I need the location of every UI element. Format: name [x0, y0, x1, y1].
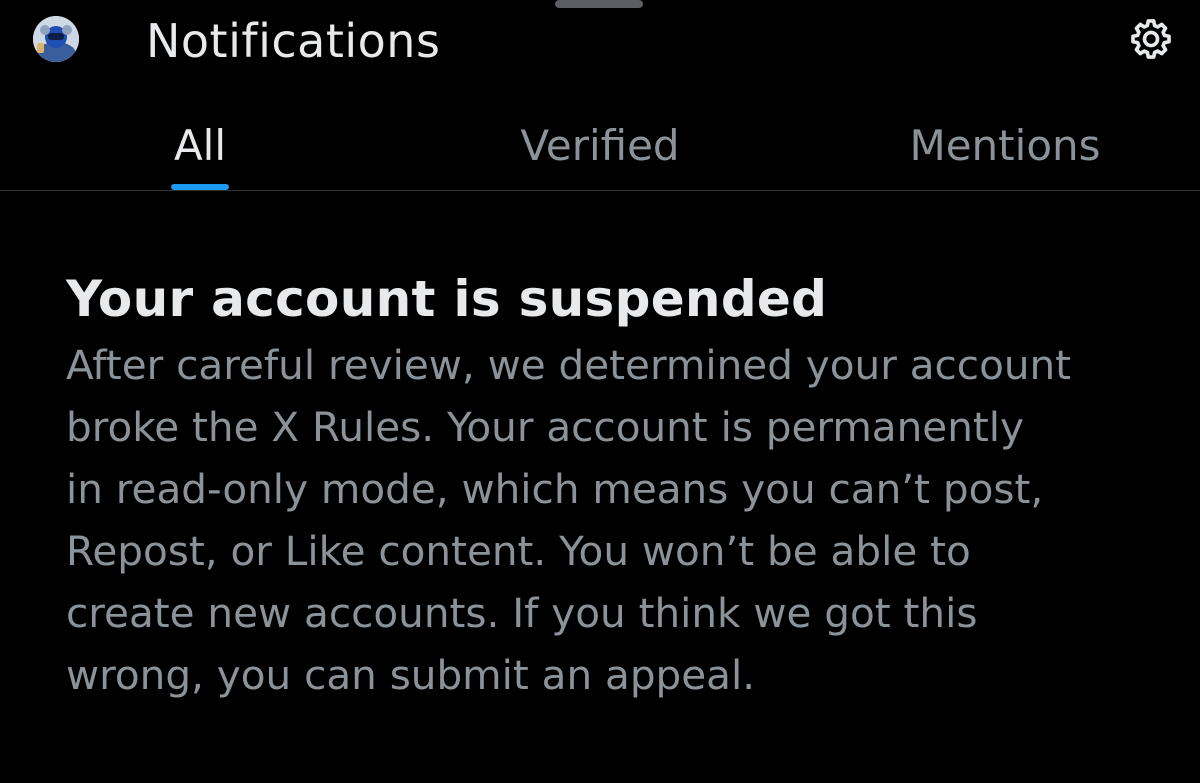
- notice-body: After careful review, we determined your…: [66, 334, 1166, 706]
- notification-tabs: All Verified Mentions: [0, 100, 1200, 191]
- notice-body-line: create new accounts. If you think we got…: [66, 589, 978, 637]
- tab-label: All: [173, 121, 227, 170]
- notice-body-line: wrong, you can submit an appeal.: [66, 651, 756, 699]
- avatar[interactable]: [33, 16, 79, 62]
- suspension-notice: Your account is suspended After careful …: [66, 268, 1166, 706]
- tab-label: Mentions: [909, 121, 1101, 170]
- top-header: Notifications: [0, 0, 1200, 90]
- tab-verified[interactable]: Verified: [450, 100, 750, 190]
- avatar-image: [33, 16, 79, 62]
- notice-body-line: After careful review, we determined your…: [66, 341, 1072, 389]
- tab-all[interactable]: All: [100, 100, 300, 190]
- active-tab-indicator: [171, 184, 229, 190]
- notice-title: Your account is suspended: [66, 270, 828, 328]
- tab-label: Verified: [520, 121, 680, 170]
- notice-body-line: Repost, or Like content. You won’t be ab…: [66, 527, 971, 575]
- page-title: Notifications: [146, 14, 441, 68]
- tab-mentions[interactable]: Mentions: [850, 100, 1160, 190]
- notice-body-line: broke the X Rules. Your account is perma…: [66, 403, 1024, 451]
- gear-icon[interactable]: [1128, 16, 1174, 62]
- notice-body-line: in read-only mode, which means you can’t…: [66, 465, 1044, 513]
